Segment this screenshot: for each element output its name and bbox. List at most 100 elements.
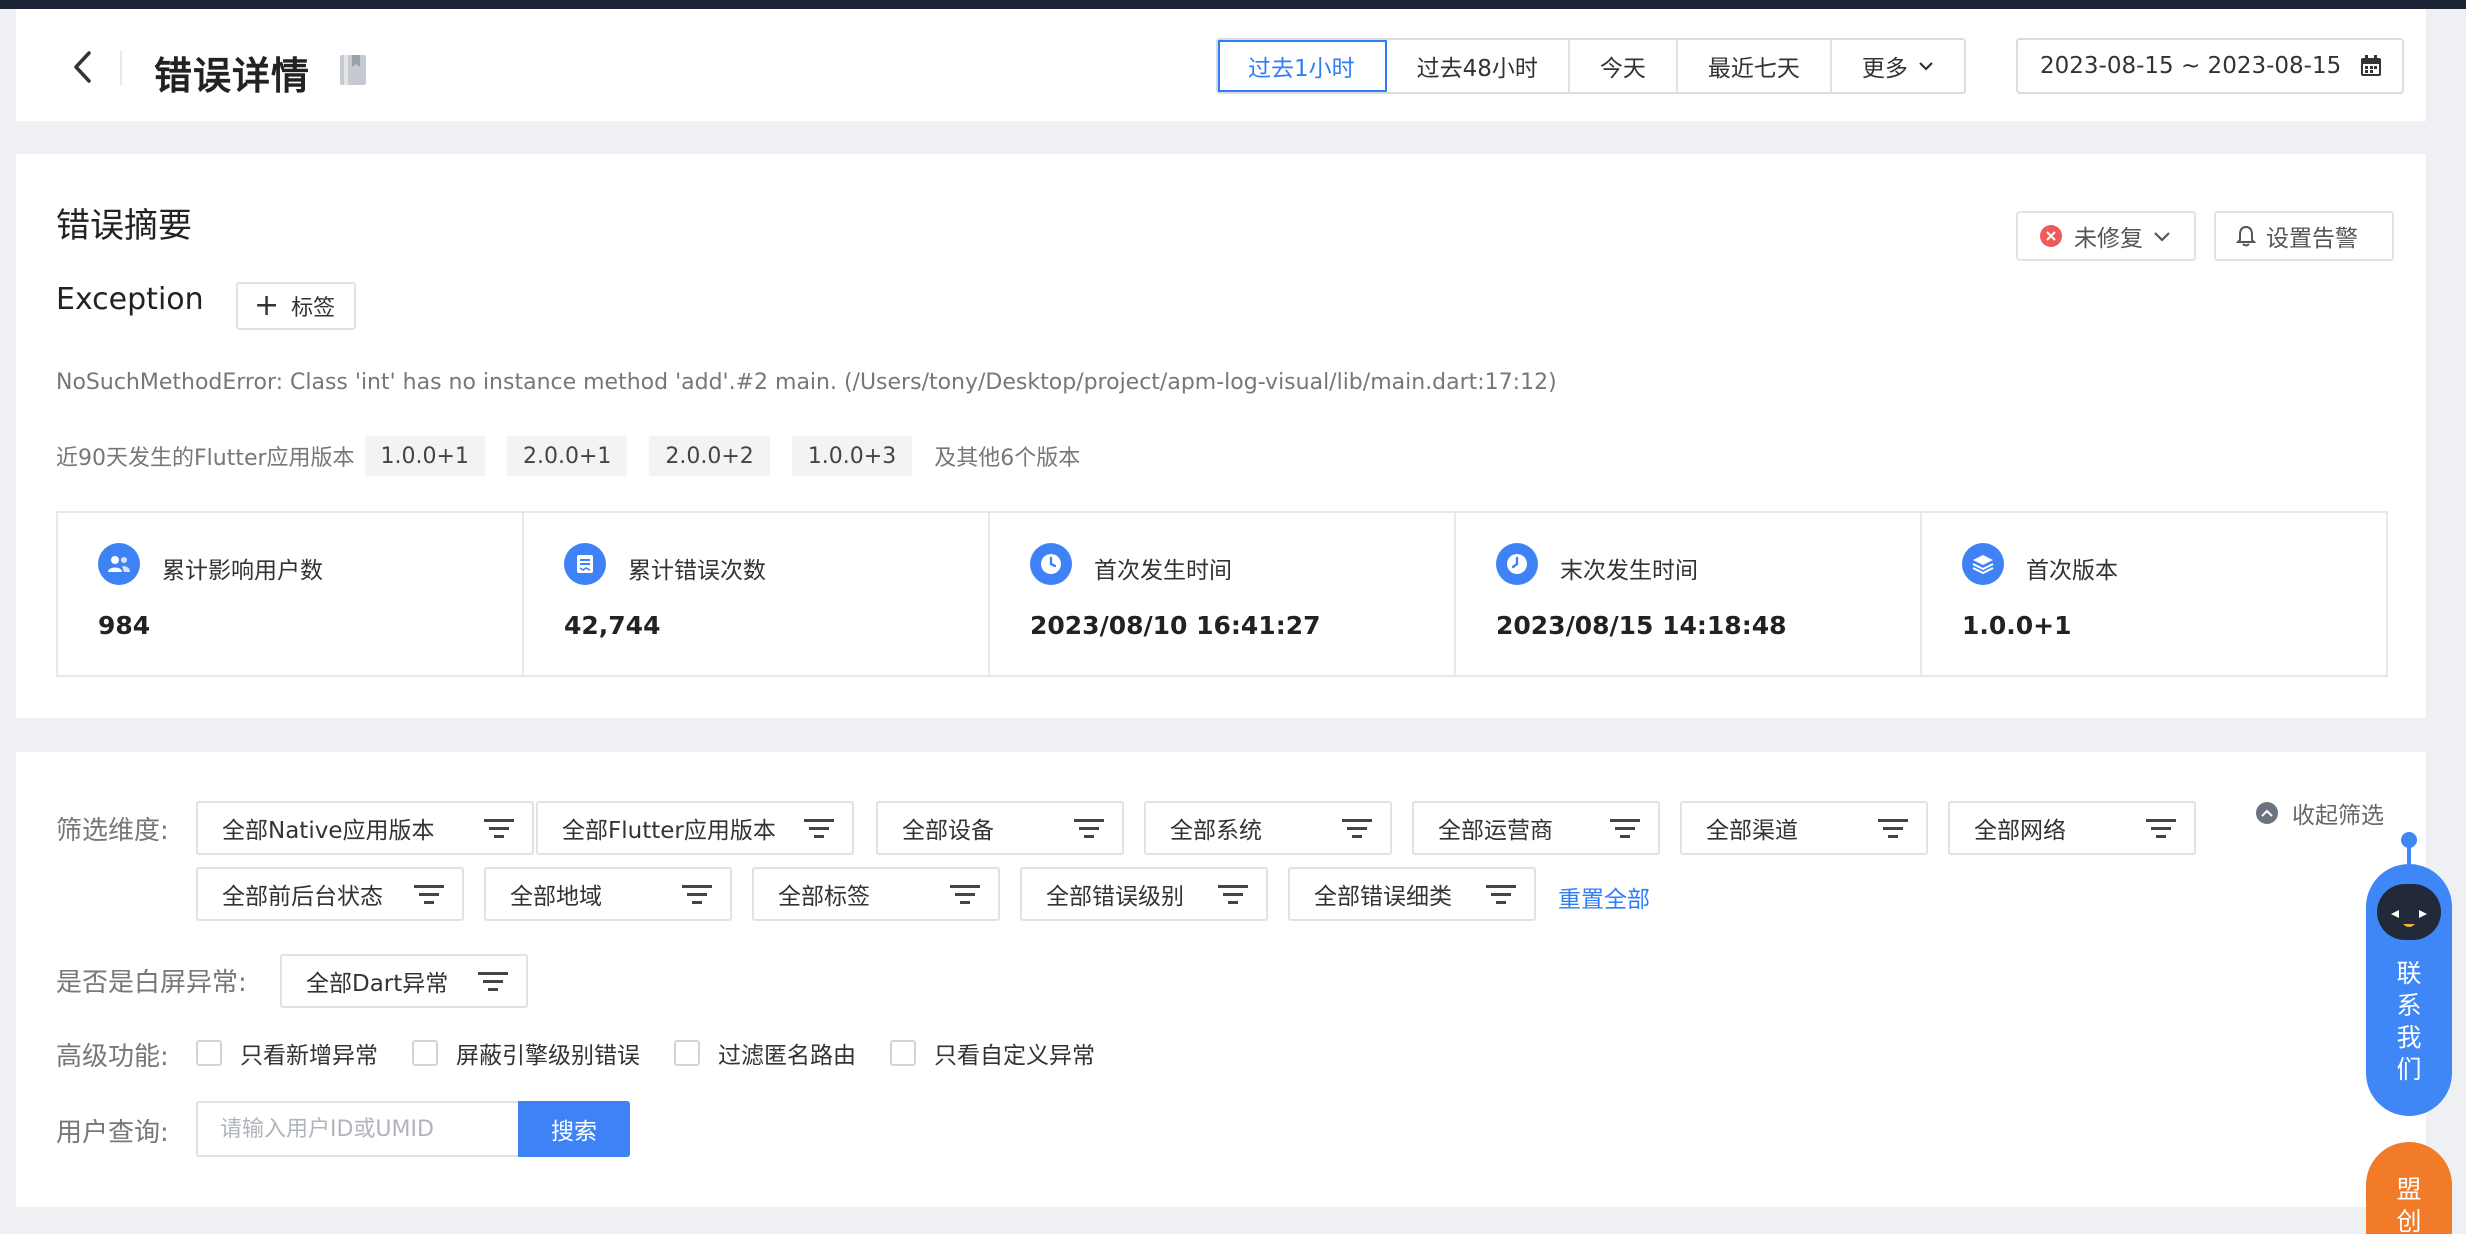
mengchuang-label: 盟创 — [2396, 1175, 2422, 1234]
robot-face-icon — [2377, 884, 2441, 940]
page-title: 错误详情 — [154, 54, 311, 98]
filter-icon — [682, 885, 712, 904]
checkbox-filter-anon-routes[interactable]: 过滤匿名路由 — [674, 1036, 856, 1070]
versions-line: 近90天发生的Flutter应用版本 1.0.0+1 2.0.0+1 2.0.0… — [56, 436, 1080, 476]
filter-error-level[interactable]: 全部错误级别 — [1020, 867, 1268, 921]
filter-icon — [1610, 819, 1640, 838]
filter-network[interactable]: 全部网络 — [1948, 801, 2196, 855]
bookmark-icon[interactable] — [338, 53, 368, 87]
filter-icon — [1486, 885, 1516, 904]
chevron-down-icon — [2154, 231, 2170, 242]
filter-icon — [1878, 819, 1908, 838]
header-divider — [120, 51, 122, 85]
date-range-picker[interactable]: 2023-08-15 ~ 2023-08-15 — [2016, 38, 2404, 94]
back-button[interactable] — [62, 47, 102, 87]
filter-icon — [414, 885, 444, 904]
range-more-dropdown[interactable]: 更多 — [1832, 40, 1964, 92]
stat-value: 2023/08/10 16:41:27 — [1030, 611, 1321, 640]
stat-first-occurrence: 首次发生时间 2023/08/10 16:41:27 — [990, 513, 1456, 675]
checkbox-box[interactable] — [412, 1040, 438, 1066]
filter-channel[interactable]: 全部渠道 — [1680, 801, 1928, 855]
stat-first-version: 首次版本 1.0.0+1 — [1922, 513, 2386, 675]
checkbox-box[interactable] — [196, 1040, 222, 1066]
set-alert-button[interactable]: 设置告警 — [2214, 211, 2394, 261]
error-message: NoSuchMethodError: Class 'int' has no in… — [56, 370, 1557, 395]
close-circle-icon — [2040, 225, 2062, 247]
filter-system[interactable]: 全部系统 — [1144, 801, 1392, 855]
contact-us-widget[interactable]: 联系我们 — [2366, 832, 2452, 1116]
filter-icon — [804, 819, 834, 838]
filter-dimension-label: 筛选维度: — [56, 816, 169, 846]
range-past-48h[interactable]: 过去48小时 — [1387, 40, 1570, 92]
top-bar — [0, 0, 2466, 9]
range-past-1h[interactable]: 过去1小时 — [1218, 40, 1387, 92]
stat-value: 42,744 — [564, 611, 661, 640]
versions-label: 近90天发生的Flutter应用版本 — [56, 446, 355, 471]
stat-value: 1.0.0+1 — [1962, 611, 2072, 640]
calendar-icon — [2361, 55, 2381, 76]
stat-last-occurrence: 末次发生时间 2023/08/15 14:18:48 — [1456, 513, 1922, 675]
white-screen-label: 是否是白屏异常: — [56, 968, 247, 998]
filter-icon — [950, 885, 980, 904]
checkbox-custom-only[interactable]: 只看自定义异常 — [890, 1036, 1095, 1070]
stat-label: 累计错误次数 — [628, 558, 766, 584]
filter-region[interactable]: 全部地域 — [484, 867, 732, 921]
stat-value: 984 — [98, 611, 151, 640]
error-count-icon — [564, 543, 606, 585]
version-chip[interactable]: 1.0.0+1 — [364, 436, 485, 476]
filter-icon — [484, 819, 514, 838]
clock-icon — [1030, 543, 1072, 585]
add-tag-button[interactable]: + 标签 — [236, 282, 356, 330]
advanced-label: 高级功能: — [56, 1042, 169, 1072]
checkbox-hide-engine-errors[interactable]: 屏蔽引擎级别错误 — [412, 1036, 640, 1070]
version-chip[interactable]: 1.0.0+3 — [791, 436, 913, 476]
advanced-options: 只看新增异常 屏蔽引擎级别错误 过滤匿名路由 只看自定义异常 — [196, 1036, 1129, 1070]
range-last-7-days[interactable]: 最近七天 — [1678, 40, 1832, 92]
filter-carrier[interactable]: 全部运营商 — [1412, 801, 1660, 855]
filter-foreground-state[interactable]: 全部前后台状态 — [196, 867, 464, 921]
exception-name: Exception — [56, 282, 204, 317]
user-query-label: 用户查询: — [56, 1118, 169, 1148]
filter-tag[interactable]: 全部标签 — [752, 867, 1000, 921]
stat-label: 首次发生时间 — [1094, 558, 1232, 584]
chevron-up-circle-icon — [2256, 802, 2278, 824]
add-tag-label: 标签 — [291, 296, 336, 321]
checkbox-box[interactable] — [890, 1040, 916, 1066]
filter-icon — [1342, 819, 1372, 838]
version-chip[interactable]: 2.0.0+1 — [506, 436, 628, 476]
range-today[interactable]: 今天 — [1570, 40, 1678, 92]
stats-row: 累计影响用户数 984 累计错误次数 42,744 首次发生时间 2023/08… — [56, 511, 2388, 677]
stat-value: 2023/08/15 14:18:48 — [1496, 611, 1787, 640]
header-card: 错误详情 过去1小时 过去48小时 今天 最近七天 更多 2023-08-15 … — [16, 9, 2426, 121]
date-range-value: 2023-08-15 ~ 2023-08-15 — [2040, 53, 2342, 79]
status-dropdown[interactable]: 未修复 — [2016, 211, 2196, 261]
filter-icon — [2146, 819, 2176, 838]
stat-label: 末次发生时间 — [1560, 558, 1698, 584]
filter-flutter-version[interactable]: 全部Flutter应用版本 — [536, 801, 854, 855]
clock-icon — [1496, 543, 1538, 585]
filter-icon — [478, 972, 508, 991]
search-button[interactable]: 搜索 — [518, 1101, 630, 1157]
reset-all-link[interactable]: 重置全部 — [1558, 880, 1650, 914]
versions-more: 及其他6个版本 — [934, 446, 1081, 471]
version-chip[interactable]: 2.0.0+2 — [649, 436, 770, 476]
layers-icon — [1962, 543, 2004, 585]
user-id-input[interactable] — [196, 1101, 520, 1157]
time-range-group: 过去1小时 过去48小时 今天 最近七天 更多 — [1216, 38, 1966, 94]
filter-card: 筛选维度: 全部Native应用版本 全部Flutter应用版本 全部设备 全部… — [16, 752, 2426, 1207]
filter-white-screen[interactable]: 全部Dart异常 — [280, 954, 528, 1008]
mengchuang-widget[interactable]: 盟创 — [2366, 1142, 2452, 1234]
filter-error-subtype[interactable]: 全部错误细类 — [1288, 867, 1536, 921]
stat-affected-users: 累计影响用户数 984 — [58, 513, 524, 675]
filter-native-version[interactable]: 全部Native应用版本 — [196, 801, 534, 855]
chevron-down-icon — [1919, 62, 1933, 71]
plus-icon: + — [254, 288, 280, 323]
collapse-filter-button[interactable]: 收起筛选 — [2256, 796, 2384, 830]
contact-us-label: 联系我们 — [2396, 959, 2422, 1084]
stat-label: 累计影响用户数 — [162, 558, 323, 584]
chevron-left-icon — [74, 51, 91, 83]
checkbox-box[interactable] — [674, 1040, 700, 1066]
checkbox-new-only[interactable]: 只看新增异常 — [196, 1036, 378, 1070]
error-summary-card: 错误摘要 未修复 设置告警 Exception + 标签 NoSuchMetho… — [16, 154, 2426, 718]
filter-device[interactable]: 全部设备 — [876, 801, 1124, 855]
